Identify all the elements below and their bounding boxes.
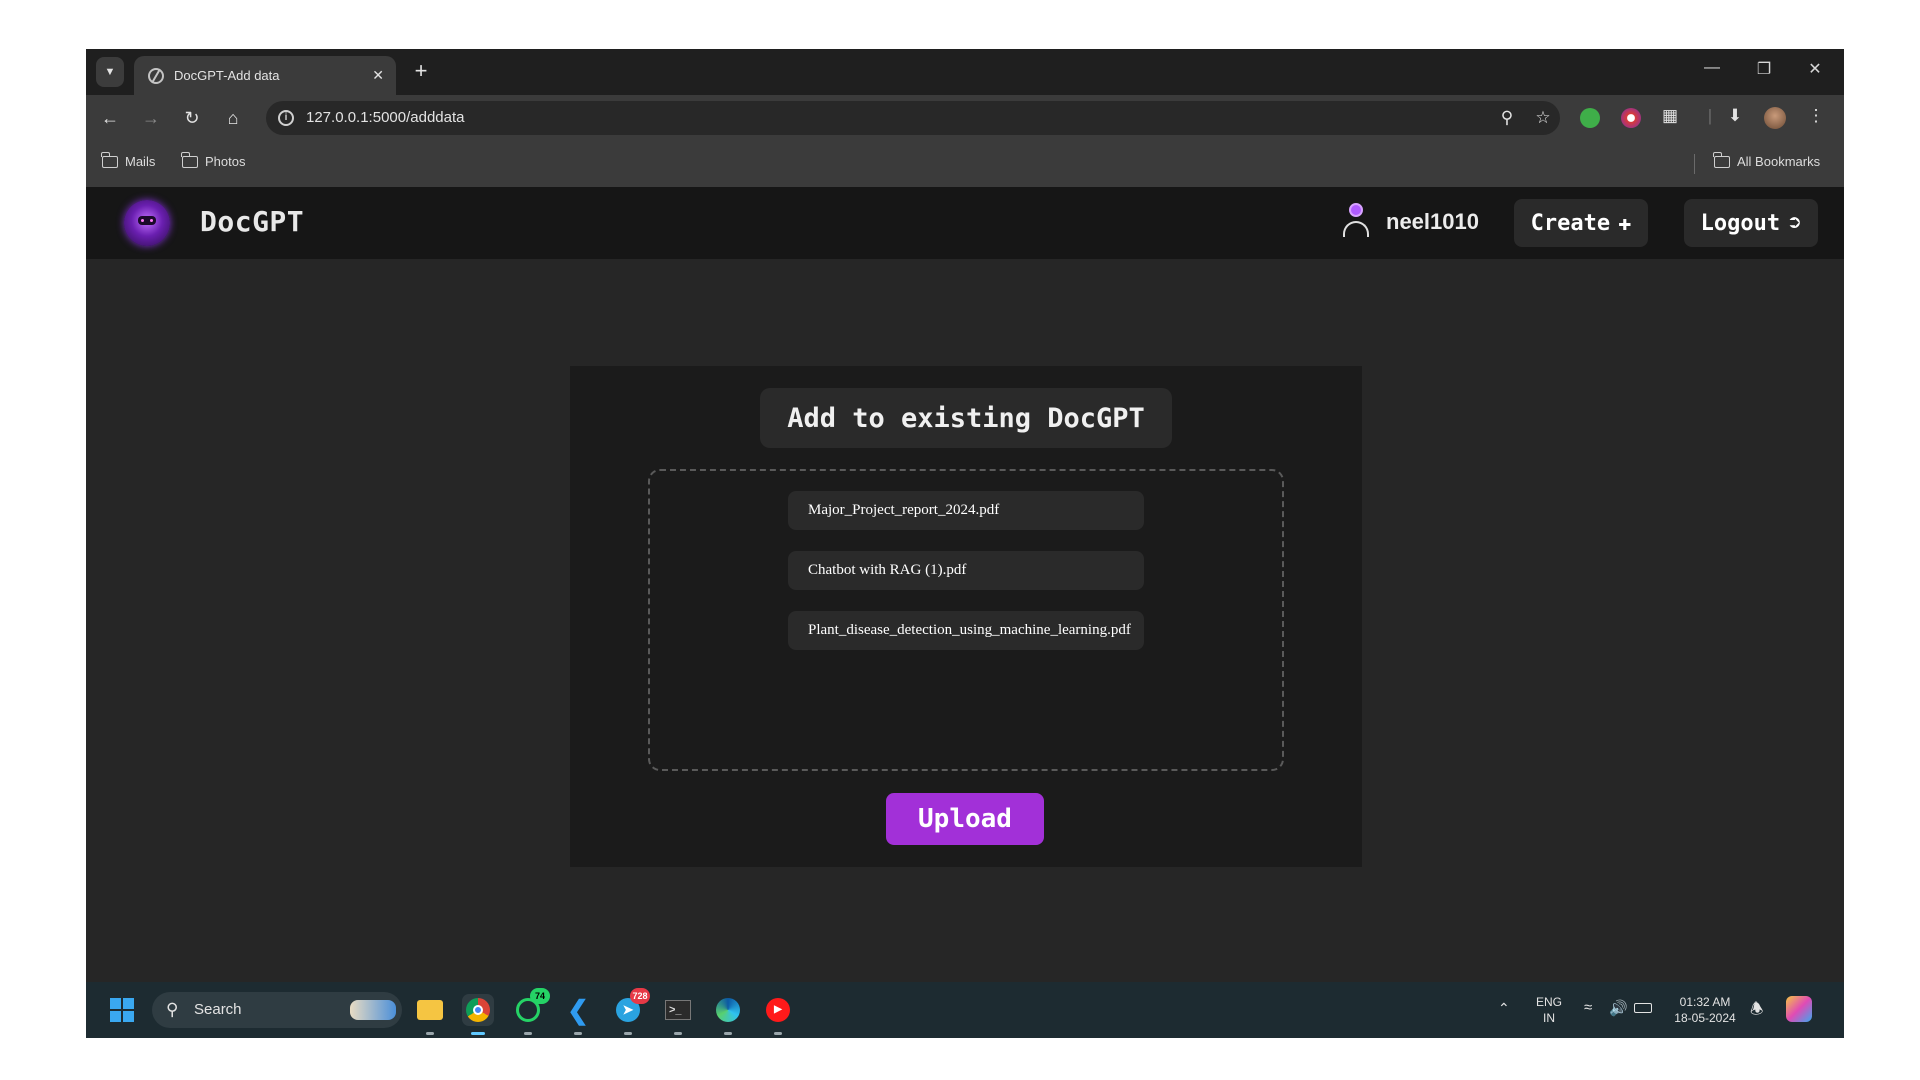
card-title: Add to existing DocGPT [760,388,1172,448]
clock-date: 18-05-2024 [1674,1011,1736,1025]
plus-icon: ✚ [1618,210,1632,236]
region-code: IN [1543,1011,1555,1025]
whatsapp-badge: 74 [530,988,550,1004]
screen: ▼ DocGPT-Add data ✕ + — ❐ ✕ ← → ↻ ⌂ i 12… [86,49,1844,1038]
minimize-icon[interactable]: — [1697,59,1727,77]
folder-icon [1713,151,1730,168]
bookmark-star-icon[interactable]: ☆ [1532,108,1554,128]
terminal-icon[interactable]: >_ [662,994,694,1035]
create-button[interactable]: Create ✚ [1514,199,1648,247]
telegram-badge: 728 [630,988,650,1004]
back-icon[interactable]: ← [98,106,122,130]
telegram-icon[interactable]: ➤ 728 [612,988,650,1035]
close-tab-icon[interactable]: ✕ [372,67,384,84]
menu-dots-icon[interactable]: ⋮ [1804,106,1828,126]
toolbar-divider: | [1707,106,1713,125]
brand-name[interactable]: DocGPT [200,205,304,238]
tray-chevron-up-icon[interactable]: ⌃ [1498,1000,1510,1017]
chrome-icon[interactable] [462,994,494,1035]
folder-icon [181,151,198,168]
wifi-icon[interactable]: ≈ [1584,999,1592,1016]
search-highlight-image [350,1000,396,1020]
profile-avatar[interactable] [1764,107,1786,129]
logout-icon: ➲ [1788,210,1802,236]
language-indicator[interactable]: ENG IN [1532,994,1566,1026]
url-text[interactable]: 127.0.0.1:5000/adddata [306,109,464,126]
browser-tab[interactable]: DocGPT-Add data ✕ [134,56,396,95]
add-data-card: Add to existing DocGPT Major_Project_rep… [570,366,1362,867]
extensions-puzzle-icon[interactable]: ▦ [1658,106,1682,126]
all-bookmarks-label: All Bookmarks [1737,154,1821,169]
reload-icon[interactable]: ↻ [180,106,204,130]
tab-title: DocGPT-Add data [174,68,280,83]
windows-taskbar: ⚲ Search 74 ❮ ➤ 728 >_ ▶ ⌃ ENG IN ≈ 🔊 01… [86,982,1844,1038]
download-icon[interactable]: ⬇ [1723,106,1747,126]
bookmark-mails[interactable]: Mails [101,151,156,169]
volume-icon[interactable]: 🔊 [1609,999,1628,1017]
restore-icon[interactable]: ❐ [1749,59,1779,79]
vscode-icon[interactable]: ❮ [562,994,594,1035]
logout-button[interactable]: Logout ➲ [1684,199,1818,247]
docgpt-logo[interactable] [124,200,170,246]
bookmarks-divider [1694,154,1695,174]
logout-label: Logout [1700,210,1781,236]
extension-green-icon[interactable] [1580,108,1600,128]
address-bar[interactable]: i 127.0.0.1:5000/adddata ⚲ ☆ [266,101,1560,135]
close-window-icon[interactable]: ✕ [1800,59,1830,79]
copilot-icon[interactable] [1786,996,1812,1022]
file-item: Plant_disease_detection_using_machine_le… [788,611,1144,650]
home-icon[interactable]: ⌂ [221,106,245,130]
username: neel1010 [1386,209,1479,234]
bookmark-label: Photos [205,154,246,169]
forward-icon[interactable]: → [139,106,163,130]
file-item: Major_Project_report_2024.pdf [788,491,1144,530]
battery-icon[interactable] [1634,1003,1652,1013]
whatsapp-icon[interactable]: 74 [512,988,550,1035]
zoom-icon[interactable]: ⚲ [1496,108,1518,128]
windows-start-icon[interactable] [110,998,134,1022]
file-item: Chatbot with RAG (1).pdf [788,551,1144,590]
bookmarks-bar: Mails Photos All Bookmarks [86,141,1844,187]
search-label: Search [194,1001,242,1018]
notification-bell-icon[interactable]: 🕭 [1750,999,1763,1024]
all-bookmarks[interactable]: All Bookmarks [1713,151,1821,169]
taskbar-search[interactable]: ⚲ Search [152,992,402,1028]
browser-toolbar: ← → ↻ ⌂ i 127.0.0.1:5000/adddata ⚲ ☆ ▦ |… [86,95,1844,141]
file-explorer-icon[interactable] [414,994,446,1035]
new-tab-button[interactable]: + [408,58,434,84]
bookmark-label: Mails [125,154,156,169]
search-icon: ⚲ [166,1000,179,1019]
chevron-down-icon: ▼ [104,66,116,78]
upload-button[interactable]: Upload [886,793,1044,845]
site-info-icon[interactable]: i [278,110,294,126]
clock-time: 01:32 AM [1679,995,1731,1009]
language-code: ENG [1535,995,1562,1009]
extension-red-icon[interactable] [1621,108,1641,128]
globe-icon [148,67,164,84]
user-icon [1342,203,1370,239]
tab-search-button[interactable]: ▼ [96,57,124,87]
app-header: DocGPT neel1010 Create ✚ Logout ➲ [86,187,1844,259]
file-drop-zone[interactable]: Major_Project_report_2024.pdf Chatbot wi… [648,469,1284,771]
clock[interactable]: 01:32 AM 18-05-2024 [1670,994,1740,1026]
edge-icon[interactable] [712,994,744,1035]
folder-icon [101,151,118,168]
browser-tab-strip: ▼ DocGPT-Add data ✕ + — ❐ ✕ [86,49,1844,95]
create-label: Create [1530,210,1611,236]
bookmark-photos[interactable]: Photos [181,151,246,169]
youtube-music-icon[interactable]: ▶ [762,994,794,1035]
